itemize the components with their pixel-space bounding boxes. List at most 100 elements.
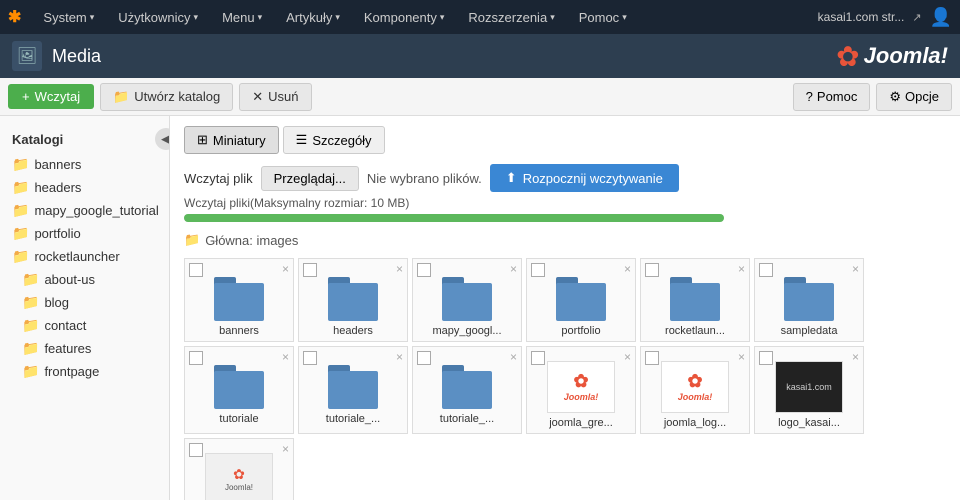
gear-icon: ⚙ — [889, 89, 901, 105]
user-icon[interactable]: 👤 — [930, 7, 952, 28]
close-icon[interactable]: × — [852, 262, 859, 276]
sidebar-item-contact[interactable]: 📁 contact — [0, 314, 169, 337]
file-item-powered-by[interactable]: × ✿ Joomla! powered_by... — [184, 438, 294, 500]
options-button[interactable]: ⚙ Opcje — [876, 83, 952, 111]
tab-details[interactable]: ☰ Szczegóły — [283, 126, 385, 154]
file-checkbox[interactable] — [189, 443, 203, 457]
file-item-portfolio[interactable]: × portfolio — [526, 258, 636, 342]
sidebar-item-banners[interactable]: 📁 banners — [0, 153, 169, 176]
file-checkbox[interactable] — [417, 351, 431, 365]
file-checkbox[interactable] — [189, 263, 203, 277]
close-icon[interactable]: × — [396, 350, 403, 364]
sidebar-toggle[interactable]: ◀ — [155, 128, 170, 150]
external-link-icon: ↗ — [912, 11, 921, 24]
browse-button[interactable]: Przeglądaj... — [261, 166, 359, 191]
file-item-logo-kasai[interactable]: × kasai1.com logo_kasai... — [754, 346, 864, 434]
chevron-down-icon: ▾ — [622, 12, 627, 23]
upload-area: Wczytaj plik Przeglądaj... Nie wybrano p… — [184, 164, 946, 222]
upload-button[interactable]: + Wczytaj — [8, 84, 94, 109]
sidebar-item-about-us[interactable]: 📁 about-us — [0, 268, 169, 291]
sidebar-item-portfolio[interactable]: 📁 portfolio — [0, 222, 169, 245]
nav-extensions[interactable]: Rozszerzenia ▾ — [458, 4, 564, 31]
folder-thumbnail — [214, 365, 264, 409]
nav-components[interactable]: Komponenty ▾ — [354, 4, 455, 31]
tab-thumbnails[interactable]: ⊞ Miniatury — [184, 126, 279, 154]
file-checkbox[interactable] — [531, 351, 545, 365]
close-icon[interactable]: × — [396, 262, 403, 276]
file-item-sampledata[interactable]: × sampledata — [754, 258, 864, 342]
file-item-tutoriale[interactable]: × tutoriale — [184, 346, 294, 434]
file-item-joomla-gre[interactable]: × ✿ Joomla! joomla_gre... — [526, 346, 636, 434]
close-icon[interactable]: × — [510, 262, 517, 276]
content-area: ◀ Katalogi 📁 banners 📁 headers 📁 mapy_go… — [0, 116, 960, 500]
file-checkbox[interactable] — [531, 263, 545, 277]
domain-link[interactable]: kasai1.com str... — [818, 10, 905, 24]
file-checkbox[interactable] — [645, 351, 659, 365]
file-checkbox[interactable] — [303, 263, 317, 277]
file-checkbox[interactable] — [417, 263, 431, 277]
folder-thumbnail — [214, 277, 264, 321]
create-folder-button[interactable]: 📁 Utwórz katalog — [100, 83, 233, 111]
file-checkbox[interactable] — [759, 351, 773, 365]
file-checkbox[interactable] — [645, 263, 659, 277]
close-icon[interactable]: × — [282, 350, 289, 364]
file-name: tutoriale — [189, 413, 289, 425]
sidebar-item-headers[interactable]: 📁 headers — [0, 176, 169, 199]
chevron-down-icon: ▾ — [90, 12, 95, 23]
file-checkbox[interactable] — [303, 351, 317, 365]
file-checkbox[interactable] — [189, 351, 203, 365]
sidebar-item-blog[interactable]: 📁 blog — [0, 291, 169, 314]
image-thumbnail: ✿ Joomla! — [661, 361, 729, 413]
upload-hint: Wczytaj pliki(Maksymalny rozmiar: 10 MB) — [184, 196, 946, 210]
chevron-down-icon: ▾ — [550, 12, 555, 23]
file-item-tutoriale2[interactable]: × tutoriale_... — [298, 346, 408, 434]
sidebar-item-features[interactable]: 📁 features — [0, 337, 169, 360]
folder-icon: 📁 — [12, 179, 29, 196]
folder-thumbnail — [442, 277, 492, 321]
close-icon[interactable]: × — [624, 350, 631, 364]
file-name: tutoriale_... — [417, 413, 517, 425]
file-item-rocketlauncher[interactable]: × rocketlaun... — [640, 258, 750, 342]
upload-row: Wczytaj plik Przeglądaj... Nie wybrano p… — [184, 164, 946, 192]
folder-thumbnail — [328, 277, 378, 321]
toolbar-right: ? Pomoc ⚙ Opcje — [793, 83, 952, 111]
close-icon[interactable]: × — [738, 350, 745, 364]
close-icon[interactable]: × — [282, 262, 289, 276]
file-name: tutoriale_... — [303, 413, 403, 425]
nav-articles[interactable]: Artykuły ▾ — [276, 4, 350, 31]
close-icon[interactable]: × — [852, 350, 859, 364]
file-name: sampledata — [759, 325, 859, 337]
folder-icon: 📁 — [22, 317, 39, 334]
media-page-icon: 🖼 — [12, 41, 42, 71]
joomla-brand-icon: ✱ — [8, 7, 21, 27]
chevron-down-icon: ▾ — [335, 12, 340, 23]
close-icon[interactable]: × — [282, 442, 289, 456]
nav-menu[interactable]: Menu ▾ — [212, 4, 272, 31]
delete-button[interactable]: ✕ Usuń — [239, 83, 311, 111]
start-upload-button[interactable]: ⬆ Rozpocznij wczytywanie — [490, 164, 679, 192]
sidebar-item-mapy[interactable]: 📁 mapy_google_tutorial — [0, 199, 169, 222]
folder-thumbnail — [556, 277, 606, 321]
folder-icon: 📁 — [12, 248, 29, 265]
file-item-joomla-log[interactable]: × ✿ Joomla! joomla_log... — [640, 346, 750, 434]
nav-users[interactable]: Użytkownicy ▾ — [108, 4, 208, 31]
file-item-tutoriale3[interactable]: × tutoriale_... — [412, 346, 522, 434]
sidebar-item-frontpage[interactable]: 📁 frontpage — [0, 360, 169, 383]
file-checkbox[interactable] — [759, 263, 773, 277]
nav-system[interactable]: System ▾ — [33, 4, 104, 31]
path-folder-icon: 📁 — [184, 232, 200, 248]
joomla-logo: ✿ Joomla! — [836, 40, 948, 73]
file-item-headers[interactable]: × headers — [298, 258, 408, 342]
nav-help[interactable]: Pomoc ▾ — [569, 4, 637, 31]
sidebar-item-rocketlauncher[interactable]: 📁 rocketlauncher — [0, 245, 169, 268]
close-icon[interactable]: × — [738, 262, 745, 276]
top-nav-right: kasai1.com str... ↗ 👤 — [818, 7, 952, 28]
folder-icon: 📁 — [22, 340, 39, 357]
close-icon[interactable]: × — [624, 262, 631, 276]
joomla-brand-text: Joomla! — [864, 43, 948, 69]
file-item-banners[interactable]: × banners — [184, 258, 294, 342]
folder-thumbnail — [784, 277, 834, 321]
close-icon[interactable]: × — [510, 350, 517, 364]
help-button[interactable]: ? Pomoc — [793, 83, 871, 111]
file-item-mapy[interactable]: × mapy_googl... — [412, 258, 522, 342]
